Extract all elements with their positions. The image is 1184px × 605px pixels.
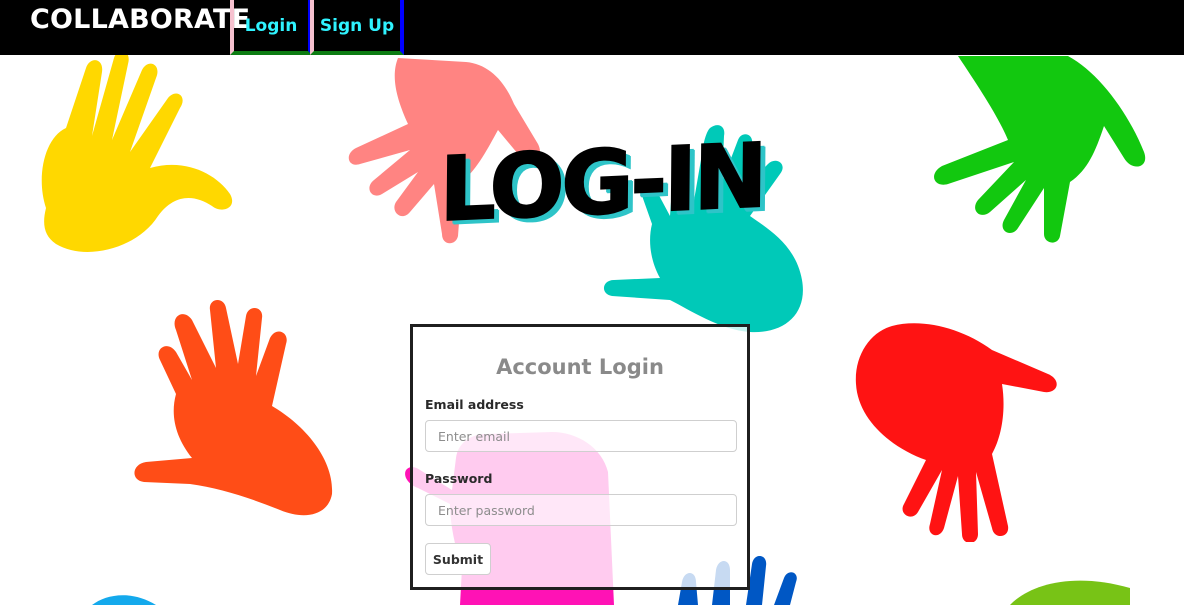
submit-button[interactable]: Submit <box>425 543 491 575</box>
password-field[interactable] <box>425 494 737 526</box>
email-field[interactable] <box>425 420 737 452</box>
login-form: Account Login Email address Password Sub… <box>410 324 750 590</box>
sky-hand-icon <box>92 595 156 605</box>
yellow-hand-icon <box>41 50 233 252</box>
red-hand-icon <box>855 323 1057 542</box>
lime-hand-icon <box>1010 580 1130 605</box>
top-navbar: COLLABORATE Login Sign Up <box>0 0 1184 55</box>
orange-hand-icon <box>134 299 333 516</box>
login-page: COLLABORATE Login Sign Up LOG-IN Account… <box>0 0 1184 605</box>
brand-logo[interactable]: COLLABORATE <box>30 2 250 38</box>
nav-login-link[interactable]: Login <box>230 0 312 55</box>
email-label: Email address <box>425 397 524 412</box>
form-title: Account Login <box>496 355 664 379</box>
green-hand-icon <box>934 56 1146 243</box>
nav-signup-link[interactable]: Sign Up <box>310 0 404 55</box>
password-label: Password <box>425 471 493 486</box>
page-heading: LOG-IN <box>438 123 765 242</box>
